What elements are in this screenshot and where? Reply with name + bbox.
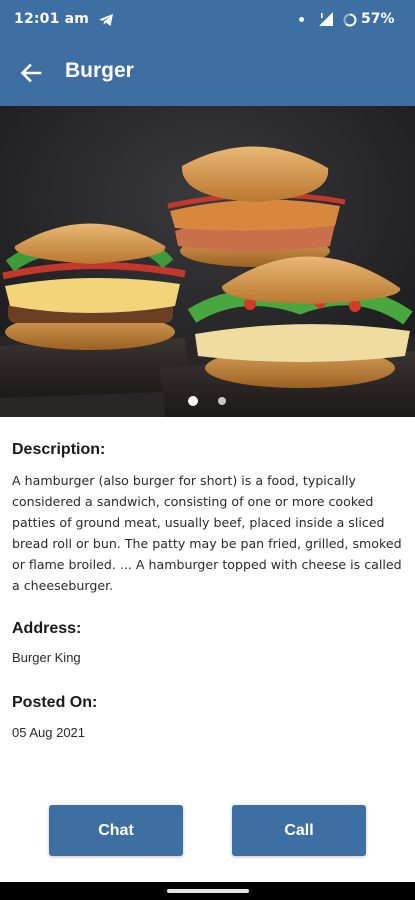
posted-on-value: 05 Aug 2021: [12, 725, 86, 740]
signal-icon: [318, 11, 334, 27]
back-button[interactable]: [14, 57, 50, 89]
status-bar: 12:01 am 57%: [0, 0, 415, 40]
carousel-dot[interactable]: [218, 397, 226, 405]
burger-photo: [0, 106, 415, 417]
telegram-icon: [98, 12, 114, 28]
app-bar: Burger: [0, 40, 415, 106]
chat-button[interactable]: Chat: [49, 805, 183, 856]
home-indicator[interactable]: [167, 889, 249, 893]
arrow-left-icon: [20, 63, 42, 83]
battery-ring-icon: [343, 12, 357, 27]
posted-on-label: Posted On:: [12, 694, 98, 711]
notification-dot-icon: [299, 17, 304, 22]
description-label: Description:: [12, 441, 106, 458]
carousel-pagination: [0, 396, 415, 408]
description-text: A hamburger (also burger for short) is a…: [12, 473, 402, 593]
address-label: Address:: [12, 620, 82, 637]
carousel-dot-active[interactable]: [188, 396, 198, 406]
system-nav-bar: [0, 882, 415, 900]
address-value: Burger King: [12, 650, 81, 665]
call-button[interactable]: Call: [232, 805, 366, 856]
page-title: Burger: [65, 59, 134, 82]
image-carousel[interactable]: [0, 106, 415, 417]
status-time: 12:01 am: [14, 11, 90, 27]
battery-percent: 57%: [361, 11, 395, 27]
